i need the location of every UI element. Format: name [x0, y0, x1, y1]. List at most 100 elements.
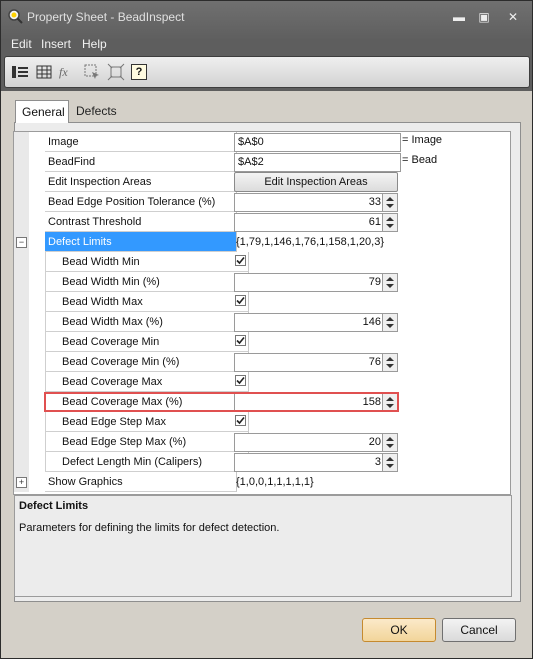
image-input[interactable]: $A$0: [234, 133, 401, 152]
row-gutter: [14, 292, 29, 312]
property-label[interactable]: Defect Length Min (Calipers): [45, 452, 249, 472]
coverage-min-checkbox[interactable]: [235, 335, 246, 346]
property-label[interactable]: Edit Inspection Areas: [45, 172, 237, 192]
up-arrow-icon[interactable]: [386, 457, 394, 461]
coverage-max-pct-stepper[interactable]: 158: [234, 393, 398, 412]
stepper-value: 79: [368, 276, 381, 288]
stepper-arrows[interactable]: [382, 274, 397, 291]
property-label[interactable]: Defect Limits: [45, 232, 237, 252]
categorized-icon[interactable]: [11, 63, 29, 81]
property-value: 20: [233, 432, 510, 452]
edit-inspection-areas-button[interactable]: Edit Inspection Areas: [234, 172, 398, 192]
defect-limits-value[interactable]: {1,79,1,146,1,76,1,158,1,20,3}: [236, 232, 384, 252]
help-icon[interactable]: ?: [131, 64, 147, 80]
property-label[interactable]: Contrast Threshold: [45, 212, 237, 232]
up-arrow-icon[interactable]: [386, 397, 394, 401]
show-graphics-value[interactable]: {1,0,0,1,1,1,1,1}: [236, 472, 314, 492]
tab-general[interactable]: General: [15, 100, 69, 123]
row-gutter: [14, 352, 29, 372]
property-label[interactable]: Show Graphics: [45, 472, 237, 492]
row-indent: [29, 332, 45, 352]
up-arrow-icon[interactable]: [386, 317, 394, 321]
width-min-checkbox[interactable]: [235, 255, 246, 266]
property-row-beadfind: BeadFind $A$2 = Bead: [14, 152, 510, 172]
property-label[interactable]: Bead Width Min: [45, 252, 249, 272]
property-label[interactable]: Bead Edge Position Tolerance (%): [45, 192, 237, 212]
stepper-arrows[interactable]: [382, 314, 397, 331]
property-label[interactable]: Bead Width Min (%): [45, 272, 249, 292]
up-arrow-icon[interactable]: [386, 437, 394, 441]
property-row-step-max-pct: Bead Edge Step Max (%) 20: [14, 432, 510, 452]
down-arrow-icon[interactable]: [386, 404, 394, 408]
row-gutter: [14, 412, 29, 432]
tab-defects[interactable]: Defects: [70, 100, 126, 122]
down-arrow-icon[interactable]: [386, 224, 394, 228]
select-region-icon[interactable]: [83, 63, 101, 81]
property-row-coverage-min-pct: Bead Coverage Min (%) 76: [14, 352, 510, 372]
up-arrow-icon[interactable]: [386, 357, 394, 361]
stepper-arrows[interactable]: [382, 434, 397, 451]
row-indent: [29, 412, 45, 432]
property-label[interactable]: Bead Coverage Min: [45, 332, 249, 352]
property-value: $A$2 = Bead: [233, 152, 510, 172]
property-row-width-min-pct: Bead Width Min (%) 79: [14, 272, 510, 292]
stepper-value: 158: [362, 396, 381, 408]
property-value: 79: [233, 272, 510, 292]
property-label[interactable]: Bead Edge Step Max (%): [45, 432, 249, 452]
property-value: 146: [233, 312, 510, 332]
stepper-arrows[interactable]: [382, 454, 397, 471]
up-arrow-icon[interactable]: [386, 277, 394, 281]
width-max-pct-stepper[interactable]: 146: [234, 313, 398, 332]
property-label[interactable]: Bead Coverage Max: [45, 372, 249, 392]
beadfind-input[interactable]: $A$2: [234, 153, 401, 172]
function-icon[interactable]: fx: [59, 63, 77, 81]
menu-help[interactable]: Help: [82, 37, 107, 51]
down-arrow-icon[interactable]: [386, 364, 394, 368]
row-indent: [29, 272, 45, 292]
coverage-min-pct-stepper[interactable]: 76: [234, 353, 398, 372]
down-arrow-icon[interactable]: [386, 204, 394, 208]
edge-tolerance-stepper[interactable]: 33: [234, 193, 398, 212]
minimize-button[interactable]: ▬: [447, 9, 471, 25]
down-arrow-icon[interactable]: [386, 284, 394, 288]
property-label[interactable]: BeadFind: [45, 152, 237, 172]
stepper-arrows[interactable]: [382, 394, 397, 411]
up-arrow-icon[interactable]: [386, 197, 394, 201]
title-bar[interactable]: Property Sheet - BeadInspect ▬ ▣ ✕: [1, 1, 532, 33]
expand-icon[interactable]: +: [16, 477, 27, 488]
menu-edit[interactable]: Edit: [11, 37, 32, 51]
width-min-pct-stepper[interactable]: 79: [234, 273, 398, 292]
down-arrow-icon[interactable]: [386, 324, 394, 328]
property-label[interactable]: Bead Width Max: [45, 292, 249, 312]
property-label[interactable]: Bead Coverage Max (%): [45, 392, 249, 412]
coverage-max-checkbox[interactable]: [235, 375, 246, 386]
row-gutter: −: [14, 232, 29, 252]
row-indent: [29, 212, 45, 232]
row-indent: [29, 192, 45, 212]
property-label[interactable]: Image: [45, 132, 237, 152]
contrast-stepper[interactable]: 61: [234, 213, 398, 232]
step-max-pct-stepper[interactable]: 20: [234, 433, 398, 452]
maximize-button[interactable]: ▣: [472, 9, 496, 25]
close-button[interactable]: ✕: [501, 9, 525, 25]
width-max-checkbox[interactable]: [235, 295, 246, 306]
stepper-arrows[interactable]: [382, 214, 397, 231]
menu-insert[interactable]: Insert: [41, 37, 71, 51]
down-arrow-icon[interactable]: [386, 444, 394, 448]
fit-region-icon[interactable]: [107, 63, 125, 81]
up-arrow-icon[interactable]: [386, 217, 394, 221]
property-row-edge-tolerance: Bead Edge Position Tolerance (%) 33: [14, 192, 510, 212]
property-label[interactable]: Bead Width Max (%): [45, 312, 249, 332]
down-arrow-icon[interactable]: [386, 464, 394, 468]
property-value: [233, 332, 510, 352]
alphabetical-icon[interactable]: [35, 63, 53, 81]
collapse-icon[interactable]: −: [16, 237, 27, 248]
defect-length-stepper[interactable]: 3: [234, 453, 398, 472]
property-label[interactable]: Bead Coverage Min (%): [45, 352, 249, 372]
ok-button[interactable]: OK: [362, 618, 436, 642]
step-max-checkbox[interactable]: [235, 415, 246, 426]
stepper-arrows[interactable]: [382, 354, 397, 371]
stepper-arrows[interactable]: [382, 194, 397, 211]
property-label[interactable]: Bead Edge Step Max: [45, 412, 249, 432]
cancel-button[interactable]: Cancel: [442, 618, 516, 642]
